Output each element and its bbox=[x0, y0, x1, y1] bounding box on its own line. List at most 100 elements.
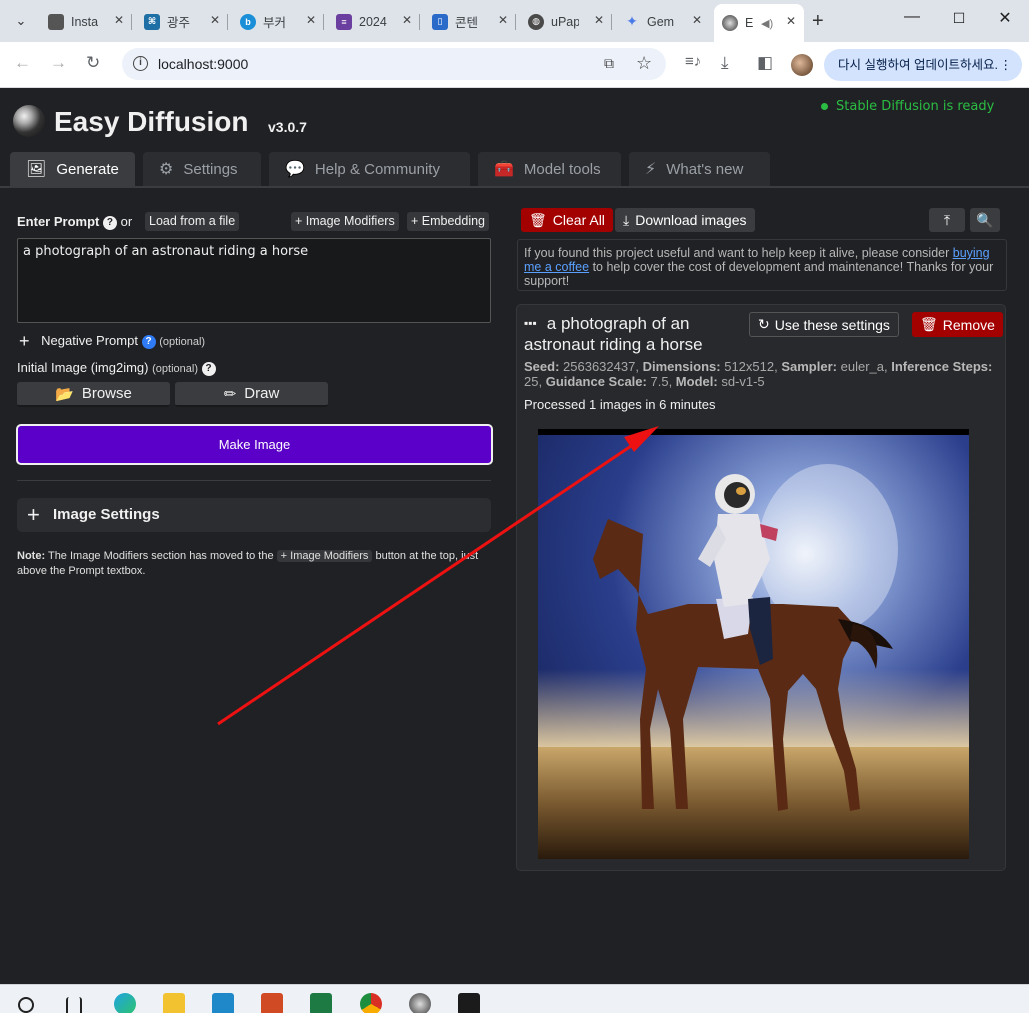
search-circle-icon[interactable] bbox=[18, 997, 34, 1013]
astronaut-horse-picture bbox=[538, 435, 969, 859]
profile-avatar[interactable] bbox=[791, 54, 813, 76]
zoom-button[interactable]: 🔍 bbox=[970, 208, 1000, 232]
toolbox-icon: 🧰 bbox=[494, 161, 514, 178]
browser-tab[interactable]: b 부커 ✕ bbox=[232, 7, 324, 36]
download-icon: ⤓ bbox=[623, 211, 630, 228]
update-label: 다시 실행하여 업데이트하세요. bbox=[838, 58, 998, 72]
arrow-up-to-line-icon: ⤒ bbox=[943, 211, 951, 228]
remove-task-button[interactable]: 🗑 Remove bbox=[912, 312, 1003, 337]
close-tab-icon[interactable]: ✕ bbox=[402, 13, 412, 27]
drag-grip-icon[interactable]: ▪▪▪ bbox=[524, 313, 537, 334]
close-tab-icon[interactable]: ✕ bbox=[498, 13, 508, 27]
close-tab-icon[interactable]: ✕ bbox=[306, 13, 316, 27]
back-button[interactable]: ← bbox=[14, 53, 31, 73]
collapse-all-button[interactable]: ⤒ bbox=[929, 208, 965, 232]
clear-all-button[interactable]: 🗑 Clear All bbox=[521, 208, 613, 232]
easy-diffusion-logo bbox=[13, 105, 45, 137]
download-images-button[interactable]: ⤓ Download images bbox=[615, 208, 755, 232]
powerpoint-icon[interactable] bbox=[261, 993, 283, 1013]
address-bar[interactable]: i localhost:9000 ⧉ ☆ bbox=[122, 48, 666, 80]
trash-icon: 🗑 bbox=[529, 211, 547, 228]
browser-tab-strip: ⌄ Insta ✕ ⌘ 광주 ✕ b 부커 ✕ ≡ 2024 ✕ ▯ 콘텐 ✕ … bbox=[0, 0, 1029, 42]
use-these-settings-button[interactable]: ↻ Use these settings bbox=[749, 312, 899, 337]
new-tab-button[interactable]: + bbox=[812, 10, 824, 33]
image-settings-panel[interactable]: + Image Settings bbox=[17, 498, 491, 532]
help-icon[interactable]: ? bbox=[102, 216, 117, 230]
app-version: v3.0.7 bbox=[268, 119, 307, 135]
tab-title: 광주 bbox=[167, 16, 191, 30]
side-panel-icon[interactable]: ◧ bbox=[757, 53, 773, 73]
translate-icon[interactable]: ⧉ bbox=[604, 55, 614, 72]
browser-tab[interactable]: ◍ uPap ✕ bbox=[520, 7, 612, 36]
download-icon[interactable]: ⤓ bbox=[721, 53, 729, 73]
tab-favicon-icon: ≡ bbox=[336, 13, 352, 30]
tab-generate[interactable]: 🖼 Generate bbox=[10, 152, 135, 186]
prompt-textarea[interactable]: a photograph of an astronaut riding a ho… bbox=[17, 238, 491, 323]
image-task-card: ▪▪▪ a photograph of an astronaut riding a… bbox=[516, 304, 1006, 871]
maximize-button[interactable]: ☐ bbox=[936, 10, 982, 27]
url-text[interactable]: localhost:9000 bbox=[158, 56, 248, 72]
close-tab-icon[interactable]: ✕ bbox=[210, 13, 220, 27]
server-status: Stable Diffusion is ready bbox=[821, 99, 994, 114]
browser-toolbar: ← → ↻ i localhost:9000 ⧉ ☆ ≡♪ ⤓ ◧ 다시 실행하… bbox=[0, 42, 1029, 88]
browser-tab[interactable]: Insta ✕ bbox=[40, 7, 132, 36]
task-view-icon[interactable] bbox=[66, 997, 82, 1013]
browser-tab[interactable]: ✦ Gem ✕ bbox=[616, 7, 710, 36]
globe-icon: ◍ bbox=[528, 13, 544, 30]
bolt-icon: ⚡ bbox=[645, 161, 657, 178]
draw-button[interactable]: ✏ Draw bbox=[175, 382, 328, 407]
processing-time: Processed 1 images in 6 minutes bbox=[524, 397, 716, 412]
media-control-icon[interactable]: ≡♪ bbox=[685, 53, 701, 70]
close-tab-icon[interactable]: ✕ bbox=[786, 14, 796, 28]
forward-button[interactable]: → bbox=[50, 53, 67, 73]
tab-favicon-icon bbox=[722, 15, 738, 31]
tab-settings[interactable]: ⚙ Settings bbox=[143, 152, 261, 186]
close-tab-icon[interactable]: ✕ bbox=[594, 13, 604, 27]
browser-tab[interactable]: ≡ 2024 ✕ bbox=[328, 7, 420, 36]
tab-title: 콘텐 bbox=[455, 16, 479, 30]
tab-title: Insta bbox=[71, 14, 99, 29]
terminal-icon[interactable] bbox=[458, 993, 480, 1013]
trash-icon: 🗑 bbox=[920, 316, 938, 332]
edge-browser-icon[interactable] bbox=[114, 993, 136, 1013]
tab-whats-new[interactable]: ⚡ What's new bbox=[629, 152, 770, 186]
close-tab-icon[interactable]: ✕ bbox=[114, 13, 124, 27]
help-icon[interactable]: ? bbox=[201, 362, 216, 376]
bookmark-star-icon[interactable]: ☆ bbox=[636, 53, 652, 74]
tab-model-tools[interactable]: 🧰 Model tools bbox=[478, 152, 621, 186]
help-icon[interactable]: ? bbox=[141, 335, 156, 349]
generated-image[interactable] bbox=[538, 429, 969, 859]
image-modifiers-button[interactable]: + Image Modifiers bbox=[291, 212, 399, 231]
excel-icon[interactable] bbox=[310, 993, 332, 1013]
close-window-button[interactable]: ✕ bbox=[982, 8, 1028, 28]
tab-favicon-icon: ▯ bbox=[432, 13, 448, 30]
modifiers-note: Note: The Image Modifiers section has mo… bbox=[17, 550, 479, 577]
close-tab-icon[interactable]: ✕ bbox=[692, 13, 702, 27]
browser-tab[interactable]: ▯ 콘텐 ✕ bbox=[424, 7, 516, 36]
load-from-file-button[interactable]: Load from a file bbox=[145, 212, 240, 231]
browser-tab-active[interactable]: E ◀) ✕ bbox=[714, 4, 804, 42]
easy-diffusion-app: Easy Diffusion v3.0.7 Stable Diffusion i… bbox=[0, 88, 1029, 984]
chrome-icon[interactable] bbox=[360, 993, 382, 1013]
tab-title: Gem bbox=[647, 14, 675, 29]
gear-icon: ⚙ bbox=[159, 161, 174, 178]
tab-favicon-icon: b bbox=[240, 13, 256, 30]
tab-help-community[interactable]: 💬 Help & Community bbox=[269, 152, 470, 186]
browse-button[interactable]: 📂 Browse bbox=[17, 382, 170, 407]
hangul-icon[interactable] bbox=[212, 993, 234, 1013]
initial-image-label: Initial Image (img2img) bbox=[17, 360, 149, 375]
tab-favicon-icon bbox=[48, 13, 64, 30]
gemini-sparkle-icon: ✦ bbox=[626, 13, 638, 29]
negative-prompt-row[interactable]: + Negative Prompt ? (optional) bbox=[19, 331, 205, 352]
more-menu-icon[interactable]: ⋮ bbox=[1000, 49, 1013, 81]
easy-diffusion-taskbar-icon[interactable] bbox=[409, 993, 431, 1013]
browser-tab[interactable]: ⌘ 광주 ✕ bbox=[136, 7, 228, 36]
minimize-button[interactable]: — bbox=[889, 8, 935, 26]
file-explorer-icon[interactable] bbox=[163, 993, 185, 1013]
make-image-button[interactable]: Make Image bbox=[16, 424, 493, 465]
embedding-button[interactable]: + Embedding bbox=[407, 212, 490, 231]
site-info-icon[interactable]: i bbox=[133, 56, 148, 71]
reload-button[interactable]: ↻ bbox=[86, 53, 100, 73]
tab-search-chevron-icon[interactable]: ⌄ bbox=[8, 8, 34, 34]
update-relaunch-button[interactable]: 다시 실행하여 업데이트하세요. ⋮ bbox=[824, 49, 1022, 81]
